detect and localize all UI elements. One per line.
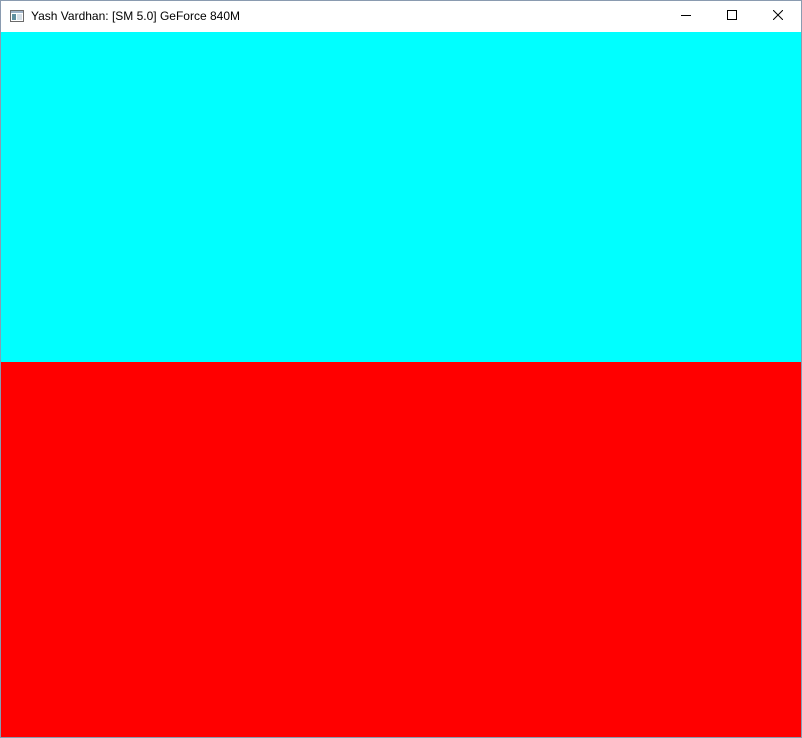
window-controls (663, 1, 801, 31)
maximize-button[interactable] (709, 1, 755, 31)
window-title: Yash Vardhan: [SM 5.0] GeForce 840M (31, 9, 240, 23)
render-canvas[interactable] (1, 32, 801, 737)
maximize-icon (727, 7, 737, 25)
minimize-button[interactable] (663, 1, 709, 31)
close-icon (772, 7, 784, 25)
bottom-color-band (1, 362, 801, 737)
application-window-icon[interactable] (9, 8, 25, 24)
title-bar[interactable]: Yash Vardhan: [SM 5.0] GeForce 840M (1, 1, 801, 31)
top-color-band (1, 32, 801, 362)
app-window: Yash Vardhan: [SM 5.0] GeForce 840M (0, 0, 802, 738)
close-button[interactable] (755, 1, 801, 31)
minimize-icon (681, 7, 691, 25)
